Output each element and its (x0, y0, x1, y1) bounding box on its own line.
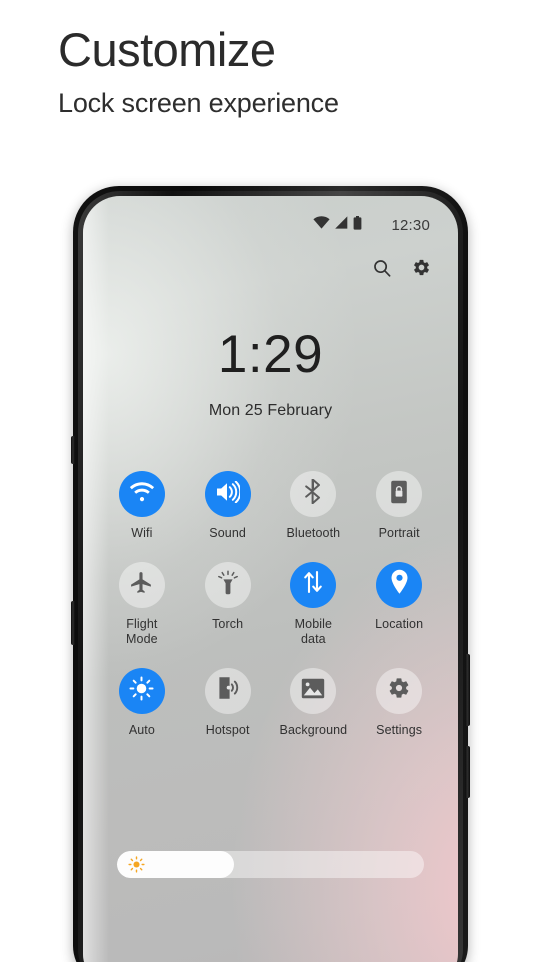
mobile-data-icon (302, 570, 324, 599)
quick-tile-settings[interactable]: Settings (356, 667, 442, 739)
quick-tile-icon-container (376, 667, 423, 714)
clock-time: 1:29 (217, 325, 324, 384)
quick-tile-label: Flight Mode (126, 616, 158, 647)
quick-tile-icon-container (376, 471, 423, 517)
quick-tile-icon-container (290, 471, 337, 517)
volume-rocker-button[interactable] (465, 654, 470, 726)
quick-tile-sound[interactable]: Sound (185, 471, 271, 542)
quick-settings-row: Flight Mode Torch Mobile data Location (99, 561, 442, 648)
quick-tile-icon-container (204, 471, 251, 517)
quick-tile-label: Wifi (131, 526, 153, 540)
quick-tile-label: Location (375, 616, 424, 631)
battery-icon (353, 215, 362, 235)
hotspot-icon (217, 676, 239, 705)
quick-tile-portrait[interactable]: Portrait (356, 471, 442, 542)
quick-tile-label: Torch (212, 616, 244, 631)
quick-settings-grid: Wifi Sound Bluetooth Portrait Flight Mod… (99, 471, 442, 759)
brightness-slider[interactable] (117, 851, 424, 878)
clock-date: Mon 25 February (208, 402, 333, 419)
status-bar-time: 12:30 (391, 216, 430, 234)
search-icon[interactable] (373, 259, 391, 277)
left-side-button-top[interactable] (71, 436, 75, 464)
quick-tile-label: Auto (128, 722, 155, 737)
quick-tile-mobile-data[interactable]: Mobile data (271, 561, 357, 648)
airplane-icon (129, 570, 154, 600)
signal-icon (335, 216, 348, 234)
top-action-bar (373, 258, 431, 277)
status-bar-icons (313, 215, 362, 235)
quick-tile-wifi[interactable]: Wifi (99, 471, 185, 542)
page-title: Customize (58, 23, 276, 76)
quick-tile-hotspot[interactable]: Hotspot (185, 667, 271, 739)
lock-screen-clock: 1:29 Mon 25 February (83, 328, 458, 420)
gear-icon[interactable] (412, 258, 431, 277)
bluetooth-icon (303, 478, 323, 509)
flashlight-icon (217, 570, 239, 600)
quick-tile-label: Hotspot (205, 722, 250, 737)
phone-mockup: 12:30 1:29 Mon 25 February Wifi Sound Bl… (71, 186, 470, 962)
location-pin-icon (389, 569, 410, 600)
quick-settings-row: Auto Hotspot Background Settings (99, 667, 442, 739)
power-button[interactable] (465, 746, 470, 798)
quick-tile-label: Bluetooth (286, 526, 341, 540)
phone-screen: 12:30 1:29 Mon 25 February Wifi Sound Bl… (83, 196, 458, 962)
quick-tile-icon-container (290, 561, 337, 608)
left-side-button-bottom[interactable] (71, 601, 75, 645)
quick-tile-label: Mobile data (294, 616, 333, 647)
volume-icon (215, 480, 242, 508)
quick-tile-flight-mode[interactable]: Flight Mode (99, 561, 185, 648)
brightness-sun-icon (128, 856, 145, 873)
wifi-icon (129, 481, 155, 507)
quick-tile-icon-container (290, 667, 337, 714)
quick-tile-label: Settings (376, 722, 423, 737)
quick-tile-label: Sound (209, 526, 246, 540)
quick-tile-background[interactable]: Background (271, 667, 357, 739)
quick-tile-icon-container (204, 561, 251, 608)
rotation-lock-icon (390, 480, 408, 509)
page-header: Customize Lock screen experience (58, 24, 498, 119)
quick-tile-bluetooth[interactable]: Bluetooth (271, 471, 357, 542)
quick-tile-torch[interactable]: Torch (185, 561, 271, 648)
quick-tile-icon-container (118, 561, 165, 608)
page-subtitle: Lock screen experience (58, 87, 339, 118)
brightness-sun-icon (129, 676, 154, 706)
wifi-icon (313, 216, 331, 234)
quick-tile-label: Portrait (378, 526, 420, 540)
settings-gear-icon (387, 676, 411, 705)
quick-tile-location[interactable]: Location (356, 561, 442, 648)
quick-tile-icon-container (118, 667, 165, 714)
quick-tile-auto-brightness[interactable]: Auto (99, 667, 185, 739)
quick-tile-label: Background (279, 722, 348, 737)
quick-tile-icon-container (204, 667, 251, 714)
image-icon (301, 678, 325, 704)
quick-tile-icon-container (118, 471, 165, 517)
quick-settings-row: Wifi Sound Bluetooth Portrait (99, 471, 442, 542)
quick-tile-icon-container (376, 561, 423, 608)
status-bar: 12:30 (83, 214, 458, 236)
